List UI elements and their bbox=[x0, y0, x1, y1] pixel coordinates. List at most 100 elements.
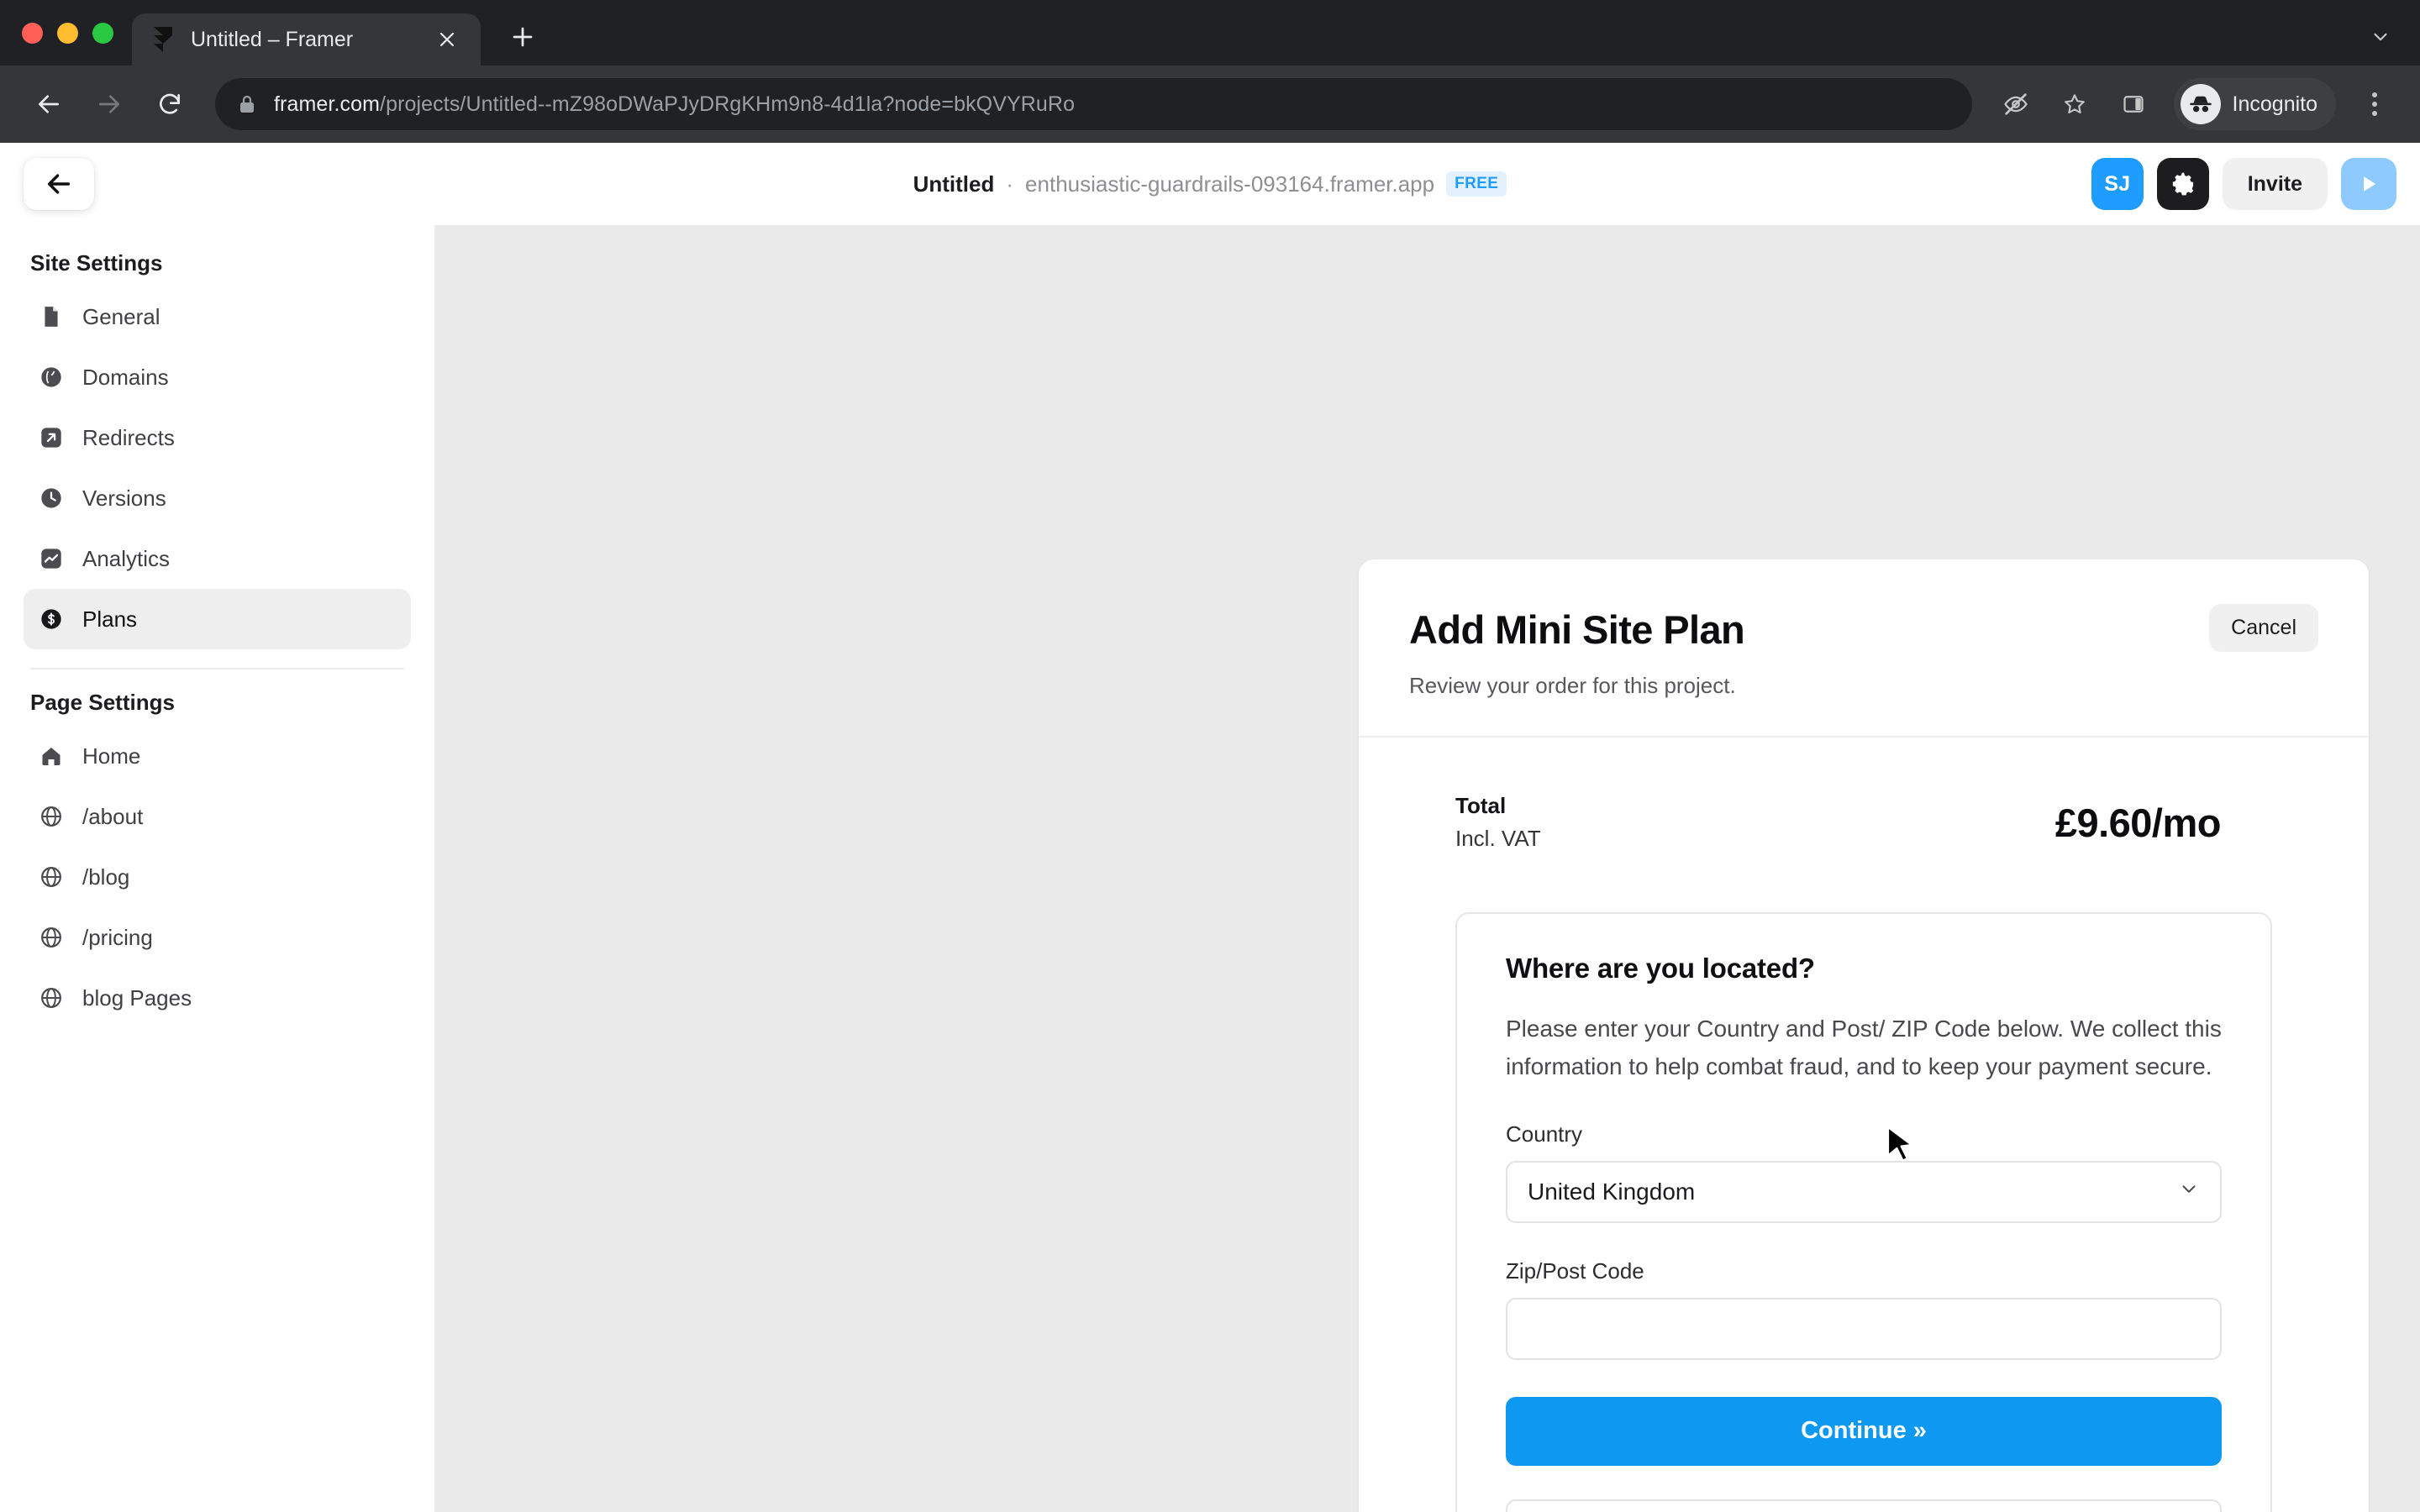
framer-logo-icon bbox=[150, 27, 176, 52]
sidebar-item-domains[interactable]: Domains bbox=[24, 347, 411, 407]
window-traffic-lights bbox=[22, 23, 132, 66]
globe-icon bbox=[39, 365, 64, 390]
star-icon[interactable] bbox=[2049, 79, 2100, 129]
country-label: Country bbox=[1506, 1121, 1583, 1147]
sidebar-item-blog[interactable]: /blog bbox=[24, 847, 411, 907]
sidebar-item-home[interactable]: Home bbox=[24, 726, 411, 786]
order-total-row: Total Incl. VAT £9.60/mo bbox=[1359, 738, 2369, 852]
new-tab-button[interactable] bbox=[499, 13, 546, 60]
omnibox-actions: Incognito bbox=[1991, 78, 2398, 130]
document-icon bbox=[39, 304, 64, 329]
page-settings-list: Home /about /blog /pricing blog Pages bbox=[24, 726, 411, 1028]
analytics-icon bbox=[39, 546, 64, 571]
page-title: Add Mini Site Plan bbox=[1409, 607, 1745, 652]
project-breadcrumb: Untitled · enthusiastic-guardrails-09316… bbox=[0, 143, 2420, 225]
country-selected-value: United Kingdom bbox=[1528, 1178, 1696, 1205]
sidebar-item-analytics[interactable]: Analytics bbox=[24, 528, 411, 589]
globe-icon bbox=[39, 804, 64, 829]
location-panel: Where are you located? Please enter your… bbox=[1455, 912, 2272, 1512]
back-to-canvas-button[interactable] bbox=[24, 158, 94, 210]
forward-arrow-icon[interactable] bbox=[82, 77, 136, 131]
country-select[interactable]: United Kingdom bbox=[1506, 1160, 2222, 1223]
site-settings-title: Site Settings bbox=[30, 250, 163, 276]
incognito-indicator[interactable]: Incognito bbox=[2173, 78, 2336, 130]
avatar[interactable]: SJ bbox=[2091, 158, 2144, 210]
order-card: Add Mini Site Plan Cancel Review your or… bbox=[1359, 559, 2369, 1512]
chevron-down-icon bbox=[2178, 1178, 2200, 1205]
side-panel-icon[interactable] bbox=[2108, 79, 2159, 129]
location-heading: Where are you located? bbox=[1506, 953, 1815, 984]
total-label: Total bbox=[1455, 793, 1507, 818]
cancel-button[interactable]: Cancel bbox=[2209, 604, 2318, 652]
sidebar-item-label: Versions bbox=[82, 485, 166, 511]
browser-window: Untitled – Framer framer.com/projects/Un bbox=[0, 0, 2420, 1512]
incognito-label: Incognito bbox=[2232, 92, 2317, 116]
url-text: framer.com/projects/Untitled--mZ98oDWaPJ… bbox=[274, 92, 1075, 117]
lock-icon bbox=[237, 93, 259, 115]
zip-input[interactable] bbox=[1506, 1297, 2222, 1360]
sidebar-item-versions[interactable]: Versions bbox=[24, 468, 411, 528]
site-settings-list: General Domains Redirects Versions Analy… bbox=[24, 286, 411, 649]
sidebar-item-blog-pages[interactable]: blog Pages bbox=[24, 968, 411, 1028]
total-price: £9.60/mo bbox=[2054, 800, 2222, 845]
location-description: Please enter your Country and Post/ ZIP … bbox=[1506, 1016, 2222, 1080]
dollar-icon bbox=[39, 606, 64, 632]
sidebar-item-label: Redirects bbox=[82, 424, 175, 450]
framer-app-header: Untitled · enthusiastic-guardrails-09316… bbox=[0, 143, 2420, 225]
project-name: Untitled bbox=[913, 171, 995, 197]
app-body: Site Settings General Domains Redirects … bbox=[0, 225, 2420, 1512]
sidebar-item-label: Domains bbox=[82, 364, 169, 390]
url-path: /projects/Untitled--mZ98oDWaPJyDRgKHm9n8… bbox=[380, 92, 1076, 116]
globe-icon bbox=[39, 925, 64, 950]
sidebar-item-general[interactable]: General bbox=[24, 286, 411, 347]
clock-icon bbox=[39, 486, 64, 511]
tab-strip: Untitled – Framer bbox=[0, 0, 2420, 66]
address-bar[interactable]: framer.com/projects/Untitled--mZ98oDWaPJ… bbox=[215, 78, 1972, 130]
page-content: Untitled · enthusiastic-guardrails-09316… bbox=[0, 143, 2420, 1512]
sidebar-item-plans[interactable]: Plans bbox=[24, 589, 411, 649]
order-subtitle: Review your order for this project. bbox=[1409, 673, 1736, 698]
zip-label: Zip/Post Code bbox=[1506, 1257, 1644, 1284]
vat-note: Incl. VAT bbox=[1455, 826, 1541, 851]
chevron-down-icon[interactable] bbox=[2370, 26, 2391, 54]
sidebar-item-label: /blog bbox=[82, 864, 130, 890]
browser-tab[interactable]: Untitled – Framer bbox=[132, 13, 481, 66]
globe-icon bbox=[39, 864, 64, 890]
incognito-hat-icon bbox=[2180, 84, 2221, 124]
invite-button[interactable]: Invite bbox=[2222, 158, 2328, 210]
settings-sidebar: Site Settings General Domains Redirects … bbox=[0, 225, 436, 1512]
eye-off-icon[interactable] bbox=[1991, 79, 2041, 129]
sidebar-item-label: Home bbox=[82, 743, 141, 769]
close-window-button[interactable] bbox=[22, 23, 43, 44]
maximize-window-button[interactable] bbox=[92, 23, 113, 44]
tab-title: Untitled – Framer bbox=[191, 27, 354, 51]
globe-icon bbox=[39, 985, 64, 1011]
back-arrow-icon[interactable] bbox=[22, 77, 76, 131]
header-actions: SJ Invite bbox=[2091, 158, 2396, 210]
continue-button[interactable]: Continue » bbox=[1506, 1396, 2222, 1466]
url-host: framer.com bbox=[274, 92, 381, 116]
sidebar-item-label: General bbox=[82, 303, 160, 329]
play-icon[interactable] bbox=[2341, 158, 2396, 210]
gear-icon[interactable] bbox=[2156, 158, 2209, 210]
sidebar-item-pricing[interactable]: /pricing bbox=[24, 907, 411, 968]
omnibox-toolbar: framer.com/projects/Untitled--mZ98oDWaPJ… bbox=[0, 66, 2420, 143]
project-domain: enthusiastic-guardrails-093164.framer.ap… bbox=[1025, 171, 1435, 197]
paddle-disclaimer: This order process is conducted by our o… bbox=[1506, 1499, 2222, 1512]
breadcrumb-separator: · bbox=[1006, 171, 1014, 197]
order-total-labels: Total Incl. VAT bbox=[1455, 793, 1541, 852]
minimize-window-button[interactable] bbox=[57, 23, 78, 44]
sidebar-item-label: /about bbox=[82, 803, 144, 829]
reload-icon[interactable] bbox=[143, 77, 197, 131]
sidebar-divider bbox=[30, 668, 404, 669]
main-canvas: Add Mini Site Plan Cancel Review your or… bbox=[436, 225, 2420, 1512]
sidebar-item-redirects[interactable]: Redirects bbox=[24, 407, 411, 468]
status-badge: FREE bbox=[1446, 171, 1507, 197]
sidebar-item-about[interactable]: /about bbox=[24, 786, 411, 847]
redirect-icon bbox=[39, 425, 64, 450]
page-settings-title: Page Settings bbox=[30, 690, 175, 715]
close-icon[interactable] bbox=[432, 24, 462, 55]
kebab-menu-icon[interactable] bbox=[2351, 81, 2398, 128]
sidebar-item-label: Analytics bbox=[82, 545, 171, 571]
sidebar-item-label: Plans bbox=[82, 606, 138, 632]
